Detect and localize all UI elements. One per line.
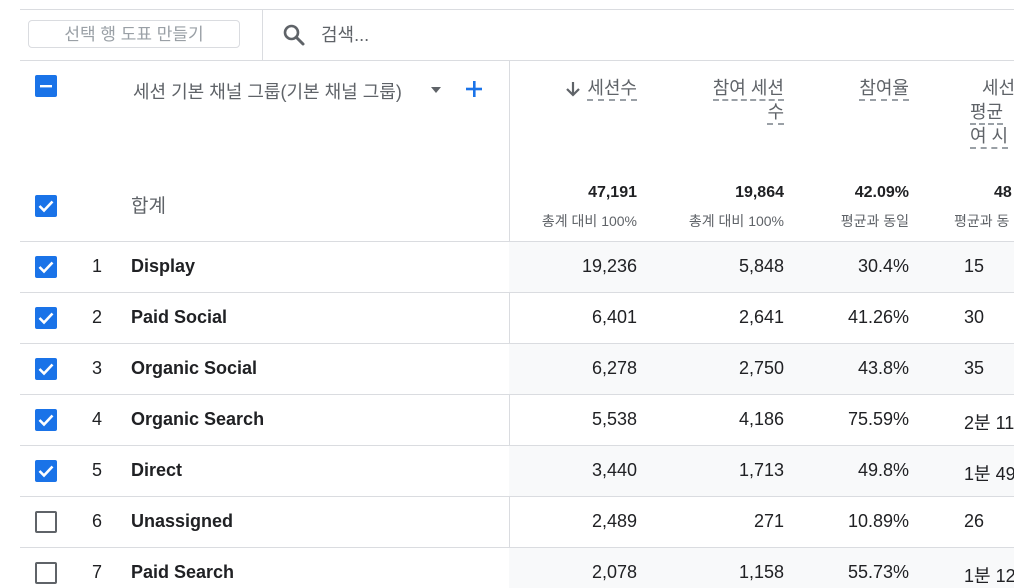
row-checkbox[interactable]: [35, 460, 57, 482]
table-row[interactable]: 1 Display 19,236 5,848 30.4% 15: [20, 241, 1014, 292]
table-toolbar: 선택 행 도표 만들기 검색...: [20, 9, 1014, 61]
table-row[interactable]: 5 Direct 3,440 1,713 49.8% 1분 49: [20, 445, 1014, 496]
row-engagement-rate: 30.4%: [857, 256, 909, 276]
row-engagement-rate: 10.89%: [847, 511, 909, 531]
row-engaged-sessions: 271: [753, 511, 784, 531]
avg-header-line2: 평균: [970, 102, 1004, 125]
search-icon[interactable]: [282, 23, 306, 47]
engaged-header-line2: 수: [767, 102, 784, 125]
row-checkbox[interactable]: [35, 562, 57, 584]
row-checkbox[interactable]: [35, 511, 57, 533]
totals-rate: 42.09%: [854, 184, 909, 201]
table-row[interactable]: 6 Unassigned 2,489 271 10.89% 26: [20, 496, 1014, 547]
row-channel-name: Organic Search: [131, 409, 265, 429]
sessions-column-header[interactable]: 세션수: [537, 76, 637, 101]
row-index: 1: [91, 256, 102, 276]
totals-sessions-sub: 총계 대비 100%: [541, 213, 637, 229]
totals-checkbox[interactable]: [35, 195, 57, 217]
toolbar-divider: [262, 10, 263, 60]
row-engaged-sessions: 1,713: [738, 460, 784, 480]
totals-avg: 48: [994, 184, 1012, 201]
row-engagement-rate: 55.73%: [847, 562, 909, 582]
row-avg-engagement-time: 1분 49: [964, 464, 1014, 484]
totals-label: 합계: [131, 196, 166, 217]
plot-rows-button[interactable]: 선택 행 도표 만들기: [28, 20, 240, 48]
row-avg-engagement-time: 1분 12: [964, 566, 1014, 586]
row-sessions: 2,078: [591, 562, 637, 582]
dimension-header[interactable]: 세션 기본 채널 그룹(기본 채널 그룹): [133, 78, 402, 104]
row-index: 5: [91, 460, 102, 480]
row-sessions: 6,278: [591, 358, 637, 378]
row-sessions: 5,538: [591, 409, 637, 429]
row-avg-engagement-time: 35: [964, 358, 985, 378]
row-engagement-rate: 43.8%: [857, 358, 909, 378]
row-channel-name: Direct: [131, 460, 183, 480]
totals-avg-sub: 평균과 동: [954, 213, 1010, 229]
table-row[interactable]: 3 Organic Social 6,278 2,750 43.8% 35: [20, 343, 1014, 394]
avg-header-line3: 여 시: [970, 126, 1009, 149]
row-sessions: 3,440: [591, 460, 637, 480]
table-row[interactable]: 7 Paid Search 2,078 1,158 55.73% 1분 12: [20, 547, 1014, 588]
totals-rate-sub: 평균과 동일: [840, 213, 909, 229]
row-engagement-rate: 49.8%: [857, 460, 909, 480]
row-channel-name: Paid Search: [131, 562, 235, 582]
row-channel-name: Paid Social: [131, 307, 228, 327]
row-engagement-rate: 41.26%: [847, 307, 909, 327]
row-sessions: 19,236: [581, 256, 637, 276]
row-engaged-sessions: 1,158: [738, 562, 784, 582]
row-channel-name: Display: [131, 256, 196, 276]
engaged-header-line1: 참여 세션: [712, 78, 784, 101]
row-checkbox[interactable]: [35, 358, 57, 380]
row-engaged-sessions: 2,750: [738, 358, 784, 378]
table-row[interactable]: 2 Paid Social 6,401 2,641 41.26% 30: [20, 292, 1014, 343]
row-index: 7: [91, 562, 102, 582]
row-avg-engagement-time: 30: [964, 307, 985, 327]
plus-icon[interactable]: [464, 79, 484, 99]
row-avg-engagement-time: 26: [964, 511, 985, 531]
row-engaged-sessions: 2,641: [738, 307, 784, 327]
report-table: 선택 행 도표 만들기 검색... 세션 기본 채널 그룹(기본 채널 그룹) …: [20, 0, 1014, 588]
row-index: 4: [91, 409, 102, 429]
engagement-rate-header-label: 참여율: [859, 78, 909, 101]
row-index: 3: [91, 358, 102, 378]
row-index: 6: [91, 511, 102, 531]
totals-engaged: 19,864: [735, 184, 784, 201]
row-engaged-sessions: 5,848: [738, 256, 784, 276]
row-sessions: 2,489: [591, 511, 637, 531]
row-checkbox[interactable]: [35, 409, 57, 431]
table-row[interactable]: 4 Organic Search 5,538 4,186 75.59% 2분 11: [20, 394, 1014, 445]
totals-engaged-sub: 총계 대비 100%: [688, 213, 784, 229]
row-avg-engagement-time: 2분 11: [964, 413, 1014, 433]
row-channel-name: Unassigned: [131, 511, 234, 531]
arrow-down-icon: [566, 82, 581, 97]
avg-header-line1: 세선: [982, 78, 1014, 98]
row-index: 2: [91, 307, 102, 327]
select-all-checkbox[interactable]: [35, 75, 57, 97]
row-engaged-sessions: 4,186: [738, 409, 784, 429]
caret-down-icon[interactable]: [430, 86, 442, 94]
totals-sessions: 47,191: [588, 184, 637, 201]
search-input[interactable]: 검색...: [321, 23, 369, 47]
row-avg-engagement-time: 15: [964, 256, 985, 276]
row-checkbox[interactable]: [35, 256, 57, 278]
engaged-sessions-column-header[interactable]: 참여 세션 수: [680, 76, 784, 125]
row-sessions: 6,401: [591, 307, 637, 327]
sessions-header-label: 세션수: [587, 78, 637, 101]
row-checkbox[interactable]: [35, 307, 57, 329]
row-channel-name: Organic Social: [131, 358, 258, 378]
avg-column-header[interactable]: 세선 평균 여 시: [970, 76, 1014, 149]
row-engagement-rate: 75.59%: [847, 409, 909, 429]
engagement-rate-column-header[interactable]: 참여율: [820, 76, 909, 101]
